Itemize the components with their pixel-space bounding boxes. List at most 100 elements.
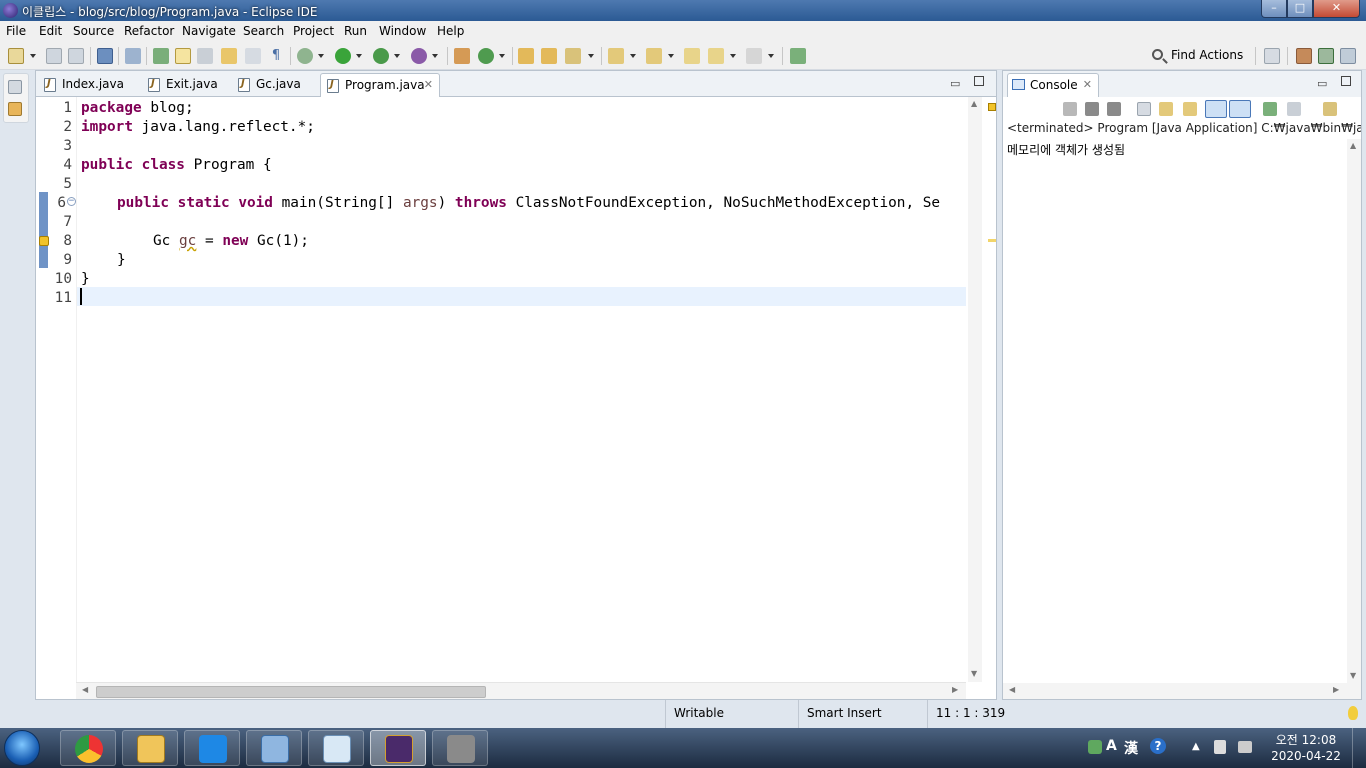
tab-program-java[interactable]: Program.java ✕ — [320, 73, 440, 97]
scroll-right-icon[interactable]: ▶ — [952, 685, 958, 694]
package-explorer-icon[interactable] — [8, 102, 22, 116]
language-bar-icon[interactable] — [1088, 740, 1102, 754]
chevron-down-icon[interactable] — [730, 54, 736, 58]
save-icon[interactable] — [46, 48, 62, 64]
chevron-down-icon[interactable] — [630, 54, 636, 58]
minimize-button[interactable]: – — [1261, 0, 1287, 18]
chevron-down-icon[interactable] — [432, 54, 438, 58]
menu-help[interactable]: Help — [437, 24, 464, 38]
back-icon[interactable] — [708, 48, 724, 64]
taskbar-vscode[interactable] — [184, 730, 240, 766]
close-icon[interactable]: ✕ — [1083, 78, 1092, 91]
skip-breakpoints-icon[interactable] — [125, 48, 141, 64]
toggle-ant-icon[interactable] — [153, 48, 169, 64]
remove-launch-icon[interactable] — [1085, 102, 1099, 116]
previous-annotation-icon[interactable] — [646, 48, 662, 64]
chevron-down-icon[interactable] — [394, 54, 400, 58]
chevron-down-icon[interactable] — [318, 54, 324, 58]
open-perspective-icon[interactable] — [1264, 48, 1280, 64]
ime-hanja-indicator[interactable]: 漢 — [1124, 738, 1138, 758]
maximize-button[interactable]: □ — [1287, 0, 1313, 18]
forward-icon[interactable] — [746, 48, 762, 64]
new-java-class-icon[interactable] — [478, 48, 494, 64]
menu-navigate[interactable]: Navigate — [182, 24, 236, 38]
clear-console-icon[interactable] — [1137, 102, 1151, 116]
taskbar-explorer[interactable] — [122, 730, 178, 766]
tab-index-java[interactable]: Index.java — [38, 73, 134, 97]
chevron-down-icon[interactable] — [588, 54, 594, 58]
chevron-down-icon[interactable] — [30, 54, 36, 58]
volume-muted-icon[interactable] — [1238, 741, 1252, 753]
scroll-right-icon[interactable]: ▶ — [1333, 685, 1339, 694]
close-icon[interactable]: ✕ — [424, 78, 433, 91]
new-java-package-icon[interactable] — [454, 48, 470, 64]
scroll-down-icon[interactable]: ▼ — [971, 669, 977, 678]
word-wrap-icon[interactable] — [1183, 102, 1197, 116]
javaee-perspective-icon[interactable] — [1318, 48, 1334, 64]
close-button[interactable]: ✕ — [1313, 0, 1360, 18]
fold-collapse-icon[interactable]: − — [67, 197, 76, 206]
vertical-scrollbar[interactable]: ▲ ▼ — [1347, 139, 1361, 684]
scroll-lock-icon[interactable] — [1159, 102, 1173, 116]
horizontal-scrollbar[interactable]: ◀ ▶ — [1003, 683, 1361, 699]
taskbar-tools[interactable] — [432, 730, 488, 766]
menu-search[interactable]: Search — [243, 24, 284, 38]
external-tools-icon[interactable] — [411, 48, 427, 64]
next-annotation-icon[interactable] — [608, 48, 624, 64]
start-button[interactable] — [4, 730, 40, 766]
open-task-icon[interactable] — [541, 48, 557, 64]
taskbar-eclipse[interactable] — [370, 730, 426, 766]
search-tool-icon[interactable] — [565, 48, 581, 64]
run-icon[interactable] — [335, 48, 351, 64]
scroll-up-icon[interactable]: ▲ — [971, 99, 977, 108]
remove-all-terminated-icon[interactable] — [1107, 102, 1121, 116]
chevron-down-icon[interactable] — [356, 54, 362, 58]
block-selection-icon[interactable] — [197, 48, 213, 64]
pilcrow-icon[interactable]: ¶ — [268, 48, 284, 64]
scroll-up-icon[interactable]: ▲ — [1350, 141, 1356, 150]
taskbar-notes[interactable] — [308, 730, 364, 766]
warning-marker[interactable] — [988, 239, 996, 242]
help-icon[interactable]: ? — [1150, 738, 1166, 754]
pin-console-icon[interactable] — [1263, 102, 1277, 116]
open-type-icon[interactable] — [518, 48, 534, 64]
menu-project[interactable]: Project — [293, 24, 334, 38]
terminal-icon[interactable] — [97, 48, 113, 64]
system-clock[interactable]: 오전 12:08 2020-04-22 — [1266, 732, 1346, 764]
show-console-stdout-icon[interactable] — [1205, 100, 1227, 118]
chevron-down-icon[interactable] — [668, 54, 674, 58]
menu-source[interactable]: Source — [73, 24, 114, 38]
ime-mode-indicator[interactable]: A — [1106, 738, 1117, 754]
mark-occurrences-icon[interactable] — [175, 48, 191, 64]
horizontal-scrollbar[interactable]: ◀ ▶ — [76, 682, 966, 699]
warning-summary-icon[interactable] — [988, 103, 996, 111]
save-all-icon[interactable] — [68, 48, 84, 64]
scroll-down-icon[interactable]: ▼ — [1350, 671, 1356, 680]
menu-window[interactable]: Window — [379, 24, 426, 38]
terminate-icon[interactable] — [1063, 102, 1077, 116]
network-icon[interactable] — [1214, 740, 1226, 754]
menu-file[interactable]: File — [6, 24, 26, 38]
chevron-down-icon[interactable] — [768, 54, 774, 58]
minimize-view-icon[interactable]: ▭ — [950, 77, 960, 90]
scroll-left-icon[interactable]: ◀ — [1009, 685, 1015, 694]
taskbar-chrome[interactable] — [60, 730, 116, 766]
open-console-icon[interactable] — [1323, 102, 1337, 116]
show-desktop-button[interactable] — [1352, 728, 1366, 768]
debug-icon[interactable] — [297, 48, 313, 64]
chevron-down-icon[interactable] — [499, 54, 505, 58]
scroll-thumb[interactable] — [96, 686, 486, 698]
run-coverage-icon[interactable] — [373, 48, 389, 64]
taskbar-media[interactable] — [246, 730, 302, 766]
new-file-icon[interactable] — [8, 48, 24, 64]
tab-console[interactable]: Console ✕ — [1007, 73, 1099, 97]
display-console-icon[interactable] — [1287, 102, 1301, 116]
vertical-scrollbar[interactable]: ▲ ▼ — [968, 97, 982, 682]
show-hidden-icons-icon[interactable]: ▲ — [1192, 741, 1200, 752]
menu-refactor[interactable]: Refactor — [124, 24, 174, 38]
menu-edit[interactable]: Edit — [39, 24, 62, 38]
show-whitespace-icon[interactable] — [221, 48, 237, 64]
warning-icon[interactable] — [39, 236, 49, 246]
tab-exit-java[interactable]: Exit.java — [142, 73, 226, 97]
minimize-view-icon[interactable]: ▭ — [1317, 77, 1327, 90]
